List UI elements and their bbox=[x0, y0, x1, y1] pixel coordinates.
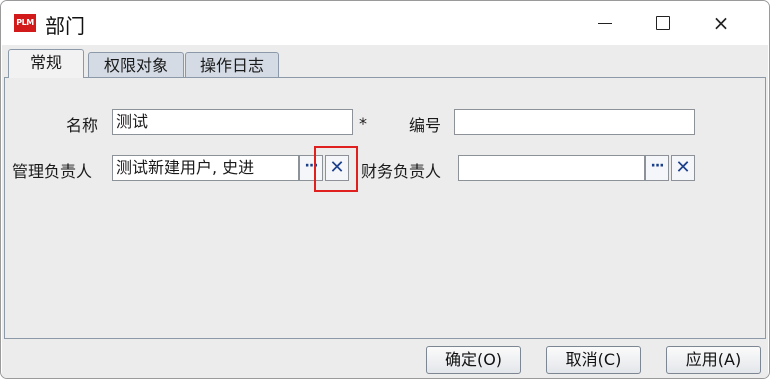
name-field[interactable]: 测试 bbox=[112, 109, 353, 135]
required-mark: * bbox=[359, 114, 367, 133]
name-label: 名称 bbox=[66, 116, 99, 135]
finance-browse-button[interactable]: ··· bbox=[645, 155, 669, 181]
maximize-icon bbox=[656, 16, 670, 30]
highlight-box bbox=[314, 146, 358, 192]
ok-button[interactable]: 确定(O) bbox=[426, 346, 521, 374]
dialog-client-area: 常规 权限对象 操作日志 名称 测试 * 编号 管理负责人 测试新建用户, 史进… bbox=[2, 45, 768, 378]
clear-x-icon: ✕ bbox=[675, 157, 691, 178]
finance-clear-button[interactable]: ✕ bbox=[671, 155, 695, 181]
finance-field[interactable] bbox=[458, 155, 645, 181]
department-dialog: PLM 部门 × 常规 权限对象 操作日志 名称 测试 * 编号 管理负责人 测… bbox=[0, 0, 770, 379]
plm-app-icon: PLM bbox=[14, 14, 36, 32]
minimize-button[interactable] bbox=[582, 1, 628, 45]
tab-operation-log[interactable]: 操作日志 bbox=[185, 52, 279, 78]
tab-general[interactable]: 常规 bbox=[8, 49, 84, 78]
apply-button[interactable]: 应用(A) bbox=[666, 346, 761, 374]
ellipsis-icon: ··· bbox=[650, 158, 665, 174]
close-icon: × bbox=[712, 11, 730, 35]
maximize-button[interactable] bbox=[640, 1, 686, 45]
finance-label: 财务负责人 bbox=[361, 162, 442, 181]
code-field[interactable] bbox=[454, 109, 695, 135]
minimize-icon bbox=[598, 23, 612, 24]
manager-label: 管理负责人 bbox=[12, 162, 93, 181]
window-title: 部门 bbox=[45, 14, 85, 38]
title-bar: PLM 部门 × bbox=[1, 1, 769, 45]
close-button[interactable]: × bbox=[698, 1, 744, 45]
tab-permission-objects[interactable]: 权限对象 bbox=[88, 52, 184, 78]
cancel-button[interactable]: 取消(C) bbox=[546, 346, 641, 374]
code-label: 编号 bbox=[409, 116, 442, 135]
manager-field[interactable]: 测试新建用户, 史进 bbox=[112, 155, 299, 181]
